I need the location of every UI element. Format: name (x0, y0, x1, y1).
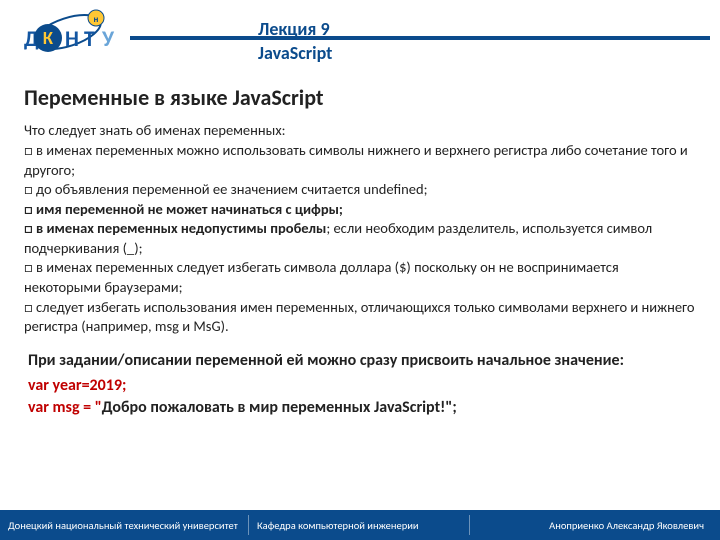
lecture-subject: JavaScript (258, 42, 332, 64)
bullet-item: □ следует избегать использования имен пе… (24, 298, 696, 337)
bullet-item: □ в именах переменных можно использовать… (24, 141, 696, 180)
svg-text:У: У (101, 25, 115, 52)
code-line: var year=2019; (28, 375, 696, 397)
footer-department: Кафедра компьютерной инженерии (249, 519, 469, 532)
assignment-block: При задании/описании переменной ей можно… (24, 351, 696, 419)
bullet-item: □ имя переменной не может начинаться с ц… (24, 200, 696, 220)
body: Переменные в языке JavaScript Что следуе… (0, 68, 720, 419)
assignment-title: При задании/описании переменной ей можно… (28, 351, 696, 372)
bullet-item: □ в именах переменных следует избегать с… (24, 258, 696, 297)
slide-title: Переменные в языке JavaScript (24, 84, 696, 111)
code-line: var msg = "Добро пожаловать в мир переме… (28, 397, 696, 419)
svg-text:К: К (43, 27, 54, 49)
header-divider (130, 36, 710, 40)
svg-text:Н: Н (65, 25, 79, 52)
intro-text: Что следует знать об именах переменных: (24, 121, 696, 139)
svg-text:Т: Т (84, 25, 95, 52)
footer-author: Аноприенко Александр Яковлевич (470, 519, 720, 532)
university-logo: н Д К Н Т У (10, 4, 130, 64)
bullet-item: □ до объявления переменной ее значением … (24, 180, 696, 200)
lecture-number: Лекция 9 (258, 18, 330, 40)
bullet-item: □ в именах переменных недопустимы пробел… (24, 219, 696, 258)
slide: н Д К Н Т У Лекция 9 JavaScript Переменн… (0, 0, 720, 540)
code-example: var year=2019; var msg = "Добро пожалова… (28, 375, 696, 418)
svg-text:н: н (94, 14, 99, 25)
bullet-list: □ в именах переменных можно использовать… (24, 141, 696, 337)
footer-university: Донецкий национальный технический универ… (0, 519, 248, 532)
header: н Д К Н Т У Лекция 9 JavaScript (0, 0, 720, 68)
footer: Донецкий национальный технический универ… (0, 510, 720, 540)
